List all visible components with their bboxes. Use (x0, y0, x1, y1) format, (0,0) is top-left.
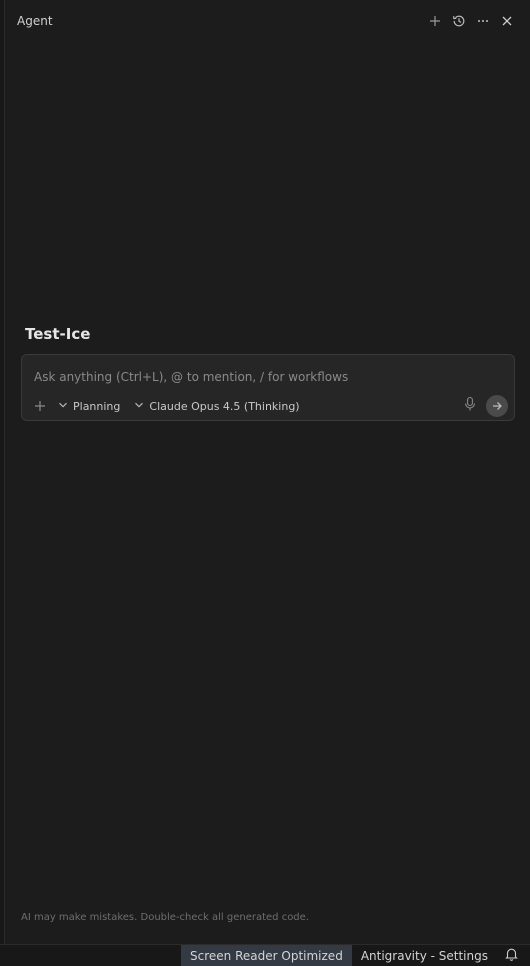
session-title: Test-Ice (25, 325, 91, 343)
send-button[interactable] (486, 395, 508, 417)
header-actions (426, 12, 516, 30)
settings-status[interactable]: Antigravity - Settings (352, 945, 497, 966)
mode-label: Planning (73, 399, 121, 413)
settings-label: Antigravity - Settings (360, 948, 488, 963)
screen-reader-status[interactable]: Screen Reader Optimized (181, 945, 352, 966)
plus-icon (34, 397, 46, 416)
chevron-down-icon (58, 400, 68, 413)
status-bar: Screen Reader Optimized Antigravity - Se… (0, 944, 530, 966)
new-chat-button[interactable] (426, 12, 444, 30)
microphone-icon (463, 396, 477, 416)
model-dropdown[interactable]: Claude Opus 4.5 (Thinking) (134, 399, 300, 413)
more-actions-button[interactable] (474, 12, 492, 30)
app-window: Agent Test-Ice Ask anything (Ctrl+L), @ … (0, 0, 530, 966)
screen-reader-label: Screen Reader Optimized (190, 948, 343, 963)
voice-input-button[interactable] (460, 396, 480, 416)
composer-toolbar: Planning Claude Opus 4.5 (Thinking) (30, 395, 508, 417)
agent-panel: Agent Test-Ice Ask anything (Ctrl+L), @ … (5, 0, 530, 944)
panel-header: Agent (5, 0, 530, 44)
close-icon (501, 15, 513, 27)
model-label: Claude Opus 4.5 (Thinking) (149, 399, 300, 413)
ellipsis-icon (476, 14, 490, 28)
chevron-down-icon (134, 400, 144, 413)
chat-input[interactable] (34, 368, 494, 386)
bell-icon (505, 947, 518, 964)
chat-composer: Planning Claude Opus 4.5 (Thinking) (21, 354, 515, 421)
history-button[interactable] (450, 12, 468, 30)
plus-icon (429, 15, 441, 27)
mode-dropdown[interactable]: Planning (58, 400, 120, 413)
arrow-right-icon (491, 397, 503, 416)
notifications-button[interactable] (497, 945, 530, 966)
history-icon (452, 14, 466, 28)
close-panel-button[interactable] (498, 12, 516, 30)
add-context-button[interactable] (30, 396, 50, 416)
panel-title: Agent (17, 14, 53, 28)
ai-disclaimer: AI may make mistakes. Double-check all g… (21, 912, 309, 923)
